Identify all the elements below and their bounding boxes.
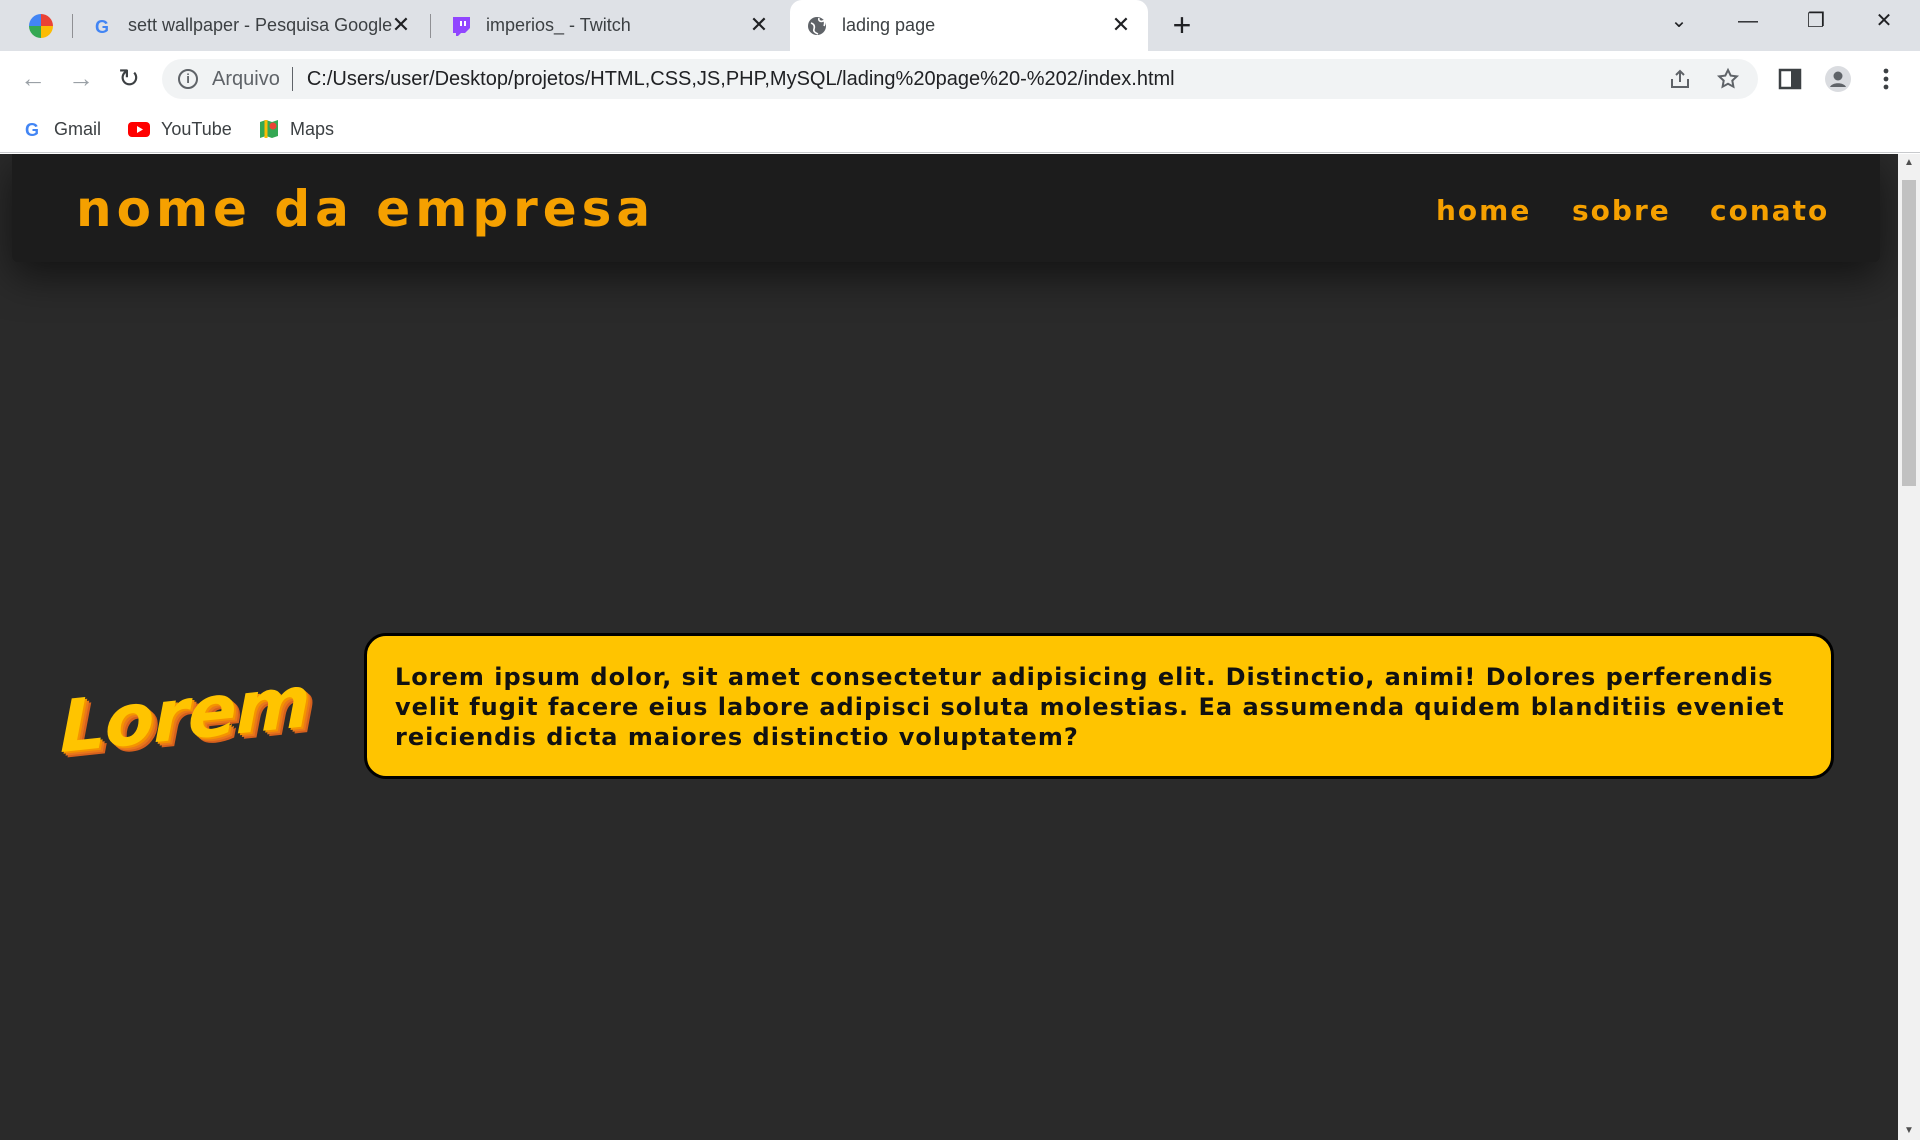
- nav-link-sobre[interactable]: sobre: [1572, 194, 1671, 227]
- close-icon[interactable]: ✕: [390, 14, 412, 36]
- address-bar[interactable]: i Arquivo C:/Users/user/Desktop/projetos…: [162, 59, 1758, 99]
- browser-toolbar: ← → ↻ i Arquivo C:/Users/user/Desktop/pr…: [0, 51, 1920, 105]
- new-tab-button[interactable]: +: [1166, 9, 1198, 42]
- bookmark-star-icon[interactable]: [1716, 67, 1740, 91]
- scroll-down-arrow[interactable]: ▼: [1898, 1122, 1920, 1140]
- tab-google-search[interactable]: G sett wallpaper - Pesquisa Google ✕: [80, 0, 428, 51]
- google-icon: G: [92, 15, 114, 37]
- scroll-up-arrow[interactable]: ▲: [1898, 154, 1920, 172]
- lorem-logo: Lorem: [60, 658, 310, 770]
- side-panel-icon[interactable]: [1776, 65, 1804, 93]
- bookmarks-bar: G Gmail YouTube Maps: [0, 105, 1920, 153]
- google-icon: G: [22, 118, 44, 140]
- url-text[interactable]: C:/Users/user/Desktop/projetos/HTML,CSS,…: [307, 68, 1175, 91]
- forward-button[interactable]: →: [64, 61, 98, 95]
- page-viewport: nome da empresa home sobre conato Lorem …: [0, 154, 1898, 1140]
- nav-link-conato[interactable]: conato: [1710, 194, 1829, 227]
- profile-avatar-icon[interactable]: [1824, 65, 1852, 93]
- site-header: nome da empresa home sobre conato: [12, 154, 1880, 262]
- tab-twitch[interactable]: imperios_ - Twitch ✕: [436, 0, 786, 51]
- card-text: Lorem ipsum dolor, sit amet consectetur …: [395, 663, 1785, 751]
- page-scrollbar[interactable]: ▲ ▼: [1898, 154, 1920, 1140]
- bookmark-youtube[interactable]: YouTube: [127, 117, 232, 141]
- close-icon[interactable]: ✕: [1110, 14, 1132, 36]
- svg-text:G: G: [95, 17, 109, 37]
- globe-icon: [806, 15, 828, 37]
- nav-link-home[interactable]: home: [1436, 194, 1531, 227]
- twitch-icon: [450, 15, 472, 37]
- brand-name: nome da empresa: [76, 180, 656, 238]
- info-icon[interactable]: i: [178, 69, 198, 89]
- youtube-icon: [127, 118, 151, 140]
- tab-search-button[interactable]: ⌄: [1651, 0, 1707, 42]
- scheme-label: Arquivo: [212, 67, 280, 90]
- tab-separator: [72, 14, 73, 38]
- svg-text:G: G: [25, 120, 39, 140]
- tab-strip: G sett wallpaper - Pesquisa Google ✕ imp…: [0, 0, 1920, 51]
- chrome-profile-icon[interactable]: [29, 14, 53, 38]
- scroll-thumb[interactable]: [1902, 180, 1916, 486]
- bookmark-label: Maps: [290, 118, 335, 139]
- bookmark-label: YouTube: [161, 118, 232, 139]
- maps-icon: [258, 118, 280, 140]
- divider: [291, 67, 293, 91]
- reload-button[interactable]: ↻: [112, 61, 146, 95]
- tab-title: imperios_ - Twitch: [486, 15, 631, 35]
- window-close-button[interactable]: ✕: [1856, 0, 1912, 42]
- restore-button[interactable]: ❐: [1788, 0, 1844, 42]
- tab-lading-page[interactable]: lading page ✕: [790, 0, 1148, 51]
- bookmark-gmail[interactable]: G Gmail: [22, 117, 101, 141]
- tab-title: lading page: [842, 15, 936, 35]
- tab-title: sett wallpaper - Pesquisa Google: [128, 15, 393, 35]
- menu-kebab-icon[interactable]: [1872, 65, 1900, 93]
- share-icon[interactable]: [1668, 67, 1692, 91]
- back-button[interactable]: ←: [16, 61, 50, 95]
- close-icon[interactable]: ✕: [748, 14, 770, 36]
- text-card: Lorem ipsum dolor, sit amet consectetur …: [364, 633, 1834, 779]
- bookmark-label: Gmail: [54, 118, 102, 139]
- bookmark-maps[interactable]: Maps: [258, 117, 334, 141]
- tab-separator: [430, 14, 431, 38]
- minimize-button[interactable]: —: [1720, 0, 1776, 42]
